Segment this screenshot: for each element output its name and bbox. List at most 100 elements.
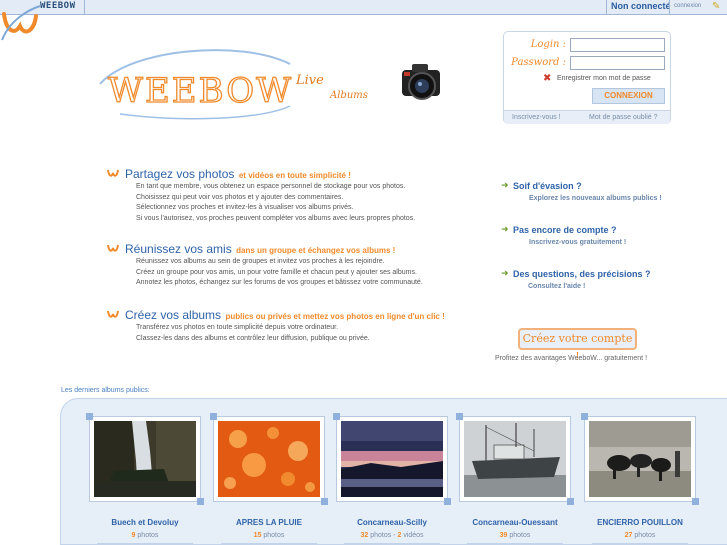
explore-albums-link[interactable]: Explorez les nouveaux albums publics !: [529, 195, 662, 202]
album-divider: [467, 543, 563, 544]
tagline-live: Live: [295, 73, 324, 88]
album-thumbnail[interactable]: [94, 421, 196, 497]
weebow-bullet-icon: [107, 169, 119, 177]
side-question[interactable]: Soif d'évasion ?: [513, 181, 582, 191]
connection-status: Non connecté: [611, 1, 671, 11]
login-panel: Login : Password : ✖ Enregistrer mon mot…: [503, 31, 671, 124]
album-thumbnail-frame[interactable]: [459, 416, 571, 502]
feature-line: Créez un groupe pour vos amis, un pour v…: [136, 268, 417, 276]
logo-text: WEEBOW: [108, 71, 293, 111]
feature-line: Classez-les dans des albums et contrôlez…: [136, 334, 370, 342]
album-divider: [221, 543, 317, 544]
password-input[interactable]: [570, 56, 665, 70]
album-name[interactable]: Concarneau-Ouessant: [449, 518, 581, 527]
album-divider: [592, 543, 688, 544]
feature-line: Choisissez qui peut voir vos photos et y…: [136, 193, 344, 201]
side-question[interactable]: Des questions, des précisions ?: [513, 269, 651, 279]
login-footer: Inscrivez-vous ! Mot de passe oublié ?: [504, 110, 670, 124]
album-name[interactable]: APRES LA PLUIE: [203, 518, 335, 527]
divider: [84, 0, 85, 15]
photo-count-label: photos: [263, 532, 285, 539]
page: WEEBOW Non connecté connexion ✎ WEEBOW L…: [0, 0, 727, 545]
cta-subtext: Profitez des avantages WeeboW... gratuit…: [495, 355, 648, 362]
feature-line: En tant que membre, vous obtenez un espa…: [136, 183, 406, 190]
login-input[interactable]: [570, 38, 665, 52]
feature-subtitle: dans un groupe et échangez vos albums !: [236, 246, 396, 255]
album-name[interactable]: Buech et Devoluy: [79, 518, 211, 527]
frame-corner: [692, 498, 699, 505]
camera-icon: [402, 64, 440, 100]
album-name[interactable]: Concarneau-Scilly: [326, 518, 458, 527]
frame-corner: [581, 413, 588, 420]
frame-corner: [456, 413, 463, 420]
album-thumbnail[interactable]: [341, 421, 443, 497]
album-divider: [97, 543, 193, 544]
album-thumbnail[interactable]: [464, 421, 566, 497]
photo-count-label: photos: [509, 532, 531, 539]
register-link[interactable]: Inscrivez-vous !: [512, 114, 561, 121]
divider: [669, 0, 670, 15]
weebow-bullet-icon: [107, 244, 119, 252]
brand-name[interactable]: WEEBOW: [40, 1, 76, 11]
forgot-password-link[interactable]: Mot de passe oublié ?: [589, 114, 658, 121]
albums-section-label: Les derniers albums publics:: [61, 387, 150, 394]
top-bar: WEEBOW Non connecté connexion ✎: [0, 0, 727, 15]
feature-description: Réunissez vos albums au sein de groupes …: [136, 257, 423, 289]
key-icon[interactable]: ✎: [712, 1, 720, 12]
album-thumbnail-frame[interactable]: [89, 416, 201, 502]
album-thumbnail-frame[interactable]: [336, 416, 448, 502]
weebow-w-logo-icon[interactable]: [0, 0, 42, 42]
feature-title: Créez vos albums: [125, 308, 222, 322]
feature-line: Réunissez vos albums au sein de groupes …: [136, 258, 385, 265]
photo-count: 39: [499, 532, 508, 539]
frame-corner: [197, 498, 204, 505]
photo-count-label: photos -: [370, 532, 396, 539]
feature-subtitle: et vidéos en toute simplicité !: [238, 171, 351, 180]
side-question[interactable]: Pas encore de compte ?: [513, 225, 617, 235]
frame-corner: [86, 413, 93, 420]
video-count: 2: [397, 532, 402, 539]
arrow-right-icon: ➜: [501, 269, 509, 279]
frame-corner: [444, 498, 451, 505]
feature-line: Annotez les photos, échangez sur les for…: [136, 279, 423, 286]
album-thumbnail-frame[interactable]: [584, 416, 696, 502]
photo-count: 9: [131, 532, 136, 539]
feature-title: Partagez vos photos: [125, 167, 235, 181]
frame-corner: [210, 413, 217, 420]
album-divider: [344, 543, 440, 544]
frame-corner: [321, 498, 328, 505]
feature-line: Transférez vos photos en toute simplicit…: [136, 324, 339, 331]
album-count: 27 photos: [564, 532, 716, 539]
video-count-label: vidéos: [403, 532, 424, 539]
frame-corner: [333, 413, 340, 420]
tagline-albums: Albums: [329, 90, 368, 101]
frame-corner: [567, 498, 574, 505]
album-thumbnail[interactable]: [218, 421, 320, 497]
password-label: Password :: [511, 57, 566, 68]
connexion-button[interactable]: CONNEXION: [592, 88, 665, 104]
photo-count: 32: [360, 532, 369, 539]
weebow-header-logo: WEEBOW Live Albums: [99, 49, 368, 120]
connexion-link[interactable]: connexion: [674, 3, 701, 9]
photo-count: 27: [624, 532, 633, 539]
arrow-right-icon: ➜: [501, 181, 509, 191]
remember-label[interactable]: Enregistrer mon mot de passe: [557, 75, 651, 82]
album-name[interactable]: ENCIERRO POUILLON: [574, 518, 706, 527]
feature-line: Sélectionnez vos proches et invitez-les …: [136, 204, 354, 211]
remember-checkbox-icon[interactable]: ✖: [543, 73, 551, 84]
album-thumbnail[interactable]: [589, 421, 691, 497]
divider: [606, 0, 607, 15]
feature-description: Transférez vos photos en toute simplicit…: [136, 323, 370, 344]
arrow-right-icon: ➜: [501, 225, 509, 235]
photo-count-label: photos: [137, 532, 159, 539]
login-label: Login :: [530, 39, 566, 50]
create-account-button[interactable]: Créez votre compte !: [518, 328, 637, 363]
help-link[interactable]: Consultez l'aide !: [528, 283, 585, 290]
photo-count-label: photos: [634, 532, 656, 539]
feature-description: En tant que membre, vous obtenez un espa…: [136, 182, 415, 224]
feature-line: Si vous l'autorisez, vos proches peuvent…: [136, 214, 416, 222]
feature-subtitle: publics ou privés et mettez vos photos e…: [225, 312, 445, 321]
feature-title: Réunissez vos amis: [125, 242, 232, 256]
register-free-link[interactable]: Inscrivez-vous gratuitement !: [529, 239, 626, 246]
album-thumbnail-frame[interactable]: [213, 416, 325, 502]
